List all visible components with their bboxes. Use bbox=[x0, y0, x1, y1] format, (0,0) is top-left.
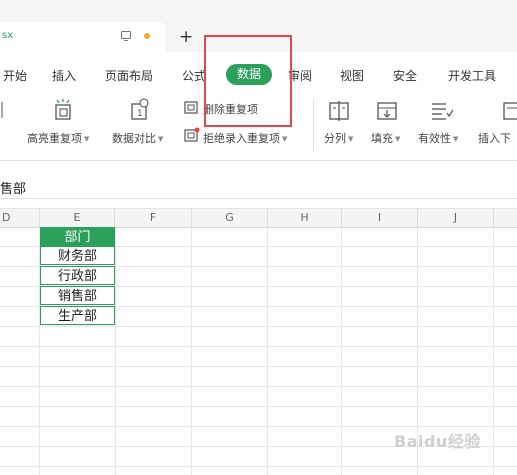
menu-item-home[interactable]: 开始 bbox=[3, 67, 27, 84]
fill-label: 填充 ▼ bbox=[371, 132, 401, 145]
monitor-icon[interactable] bbox=[121, 31, 131, 41]
cell-department-header[interactable]: 部门 bbox=[40, 227, 115, 246]
column-header-e[interactable]: E bbox=[40, 209, 115, 227]
column-header-g[interactable]: G bbox=[192, 209, 268, 227]
formula-bar-content[interactable]: 售部 bbox=[0, 178, 26, 197]
validation-label: 有效性 ▼ bbox=[418, 132, 459, 145]
insert-dropdown-icon bbox=[503, 102, 517, 120]
highlight-duplicates-label: 高亮重复项 ▼ bbox=[27, 132, 90, 145]
highlight-duplicates-icon bbox=[55, 99, 71, 120]
cell-department[interactable]: 生产部 bbox=[40, 306, 115, 325]
unsaved-dot-icon bbox=[144, 33, 150, 39]
baidu-watermark: Baidu经验 bbox=[394, 432, 481, 451]
validation-icon bbox=[432, 103, 454, 120]
cell-department[interactable]: 行政部 bbox=[40, 266, 115, 285]
svg-text:1: 1 bbox=[137, 109, 143, 119]
split-column-label: 分列 ▼ bbox=[324, 132, 354, 145]
data-compare-label: 数据对比 ▼ bbox=[112, 132, 164, 145]
cell-department[interactable]: 销售部 bbox=[40, 286, 115, 305]
fill-icon bbox=[377, 102, 397, 120]
document-tab-label: sx bbox=[2, 30, 14, 41]
menu-item-page-layout[interactable]: 页面布局 bbox=[105, 67, 153, 84]
column-header-j[interactable]: J bbox=[418, 209, 494, 227]
data-compare-icon: 1 bbox=[131, 98, 149, 120]
formula-bar[interactable]: 售部 bbox=[0, 176, 517, 199]
menu-item-developer[interactable]: 开发工具 bbox=[448, 67, 496, 84]
menu-item-insert[interactable]: 插入 bbox=[52, 67, 76, 84]
highlight-annotation-box bbox=[204, 35, 292, 127]
ribbon-separator bbox=[313, 99, 314, 151]
split-column-icon bbox=[329, 101, 349, 121]
menu-item-security[interactable]: 安全 bbox=[393, 67, 417, 84]
reject-duplicates-icon bbox=[184, 127, 200, 142]
cropped-tool-icon bbox=[1, 102, 3, 118]
reject-duplicates-label: 拒绝录入重复项 ▼ bbox=[203, 132, 288, 145]
column-header-f[interactable]: F bbox=[115, 209, 192, 227]
column-header-h[interactable]: H bbox=[268, 209, 342, 227]
menu-item-view[interactable]: 视图 bbox=[340, 67, 364, 84]
cell-department[interactable]: 财务部 bbox=[40, 246, 115, 265]
remove-duplicates-icon bbox=[184, 101, 198, 114]
column-header-i[interactable]: I bbox=[342, 209, 418, 227]
column-header-d[interactable]: D bbox=[0, 209, 40, 227]
column-header-row: D E F G H I J bbox=[0, 208, 517, 228]
insert-dropdown-label: 插入下 bbox=[478, 132, 511, 145]
menu-item-formulas[interactable]: 公式 bbox=[182, 67, 206, 84]
document-tab[interactable]: sx bbox=[0, 22, 165, 52]
new-tab-button[interactable]: + bbox=[179, 27, 193, 47]
